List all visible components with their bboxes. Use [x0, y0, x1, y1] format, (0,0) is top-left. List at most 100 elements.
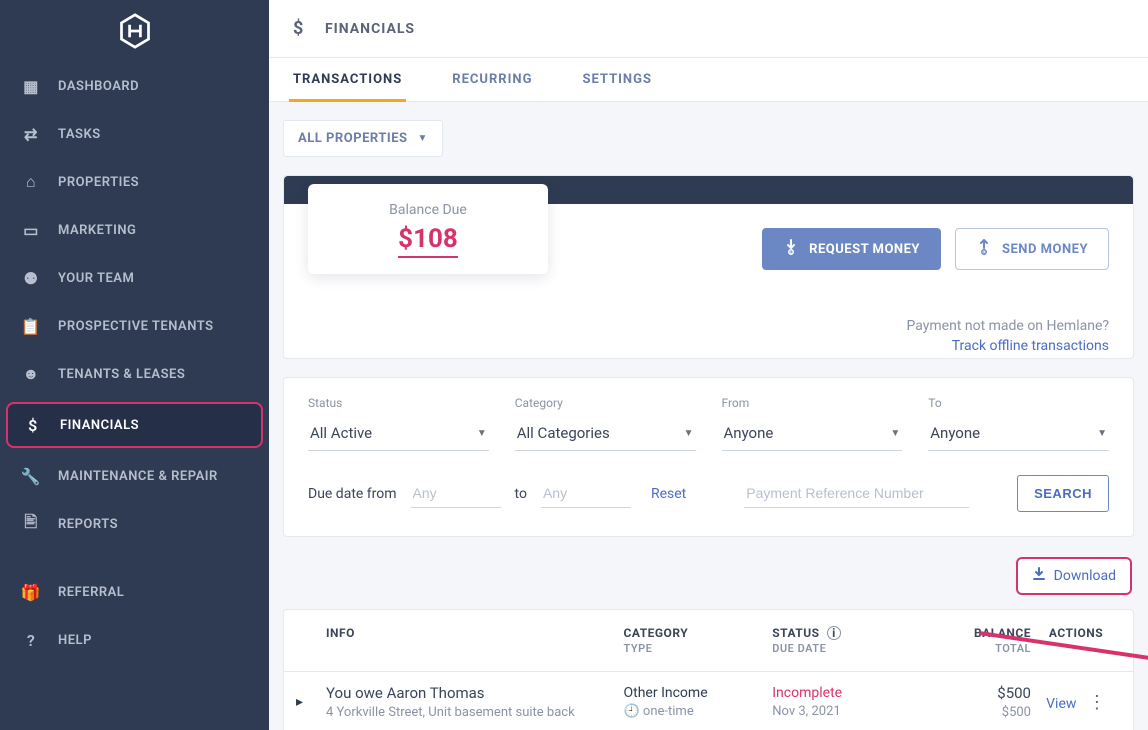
dashboard-icon: ▦	[22, 77, 40, 95]
row-title: You owe Aaron Thomas	[326, 684, 624, 702]
reports-icon: 🖹	[22, 515, 40, 533]
row-total: $500	[921, 705, 1031, 720]
to-value: Anyone	[930, 424, 980, 442]
properties-filter[interactable]: ALL PROPERTIES ▼	[283, 120, 443, 157]
clipboard-icon: 📋	[22, 317, 40, 335]
sidebar: ▦ DASHBOARD ⇄ TASKS ⌂ PROPERTIES ▭ MARKE…	[0, 0, 269, 730]
category-value: All Categories	[517, 424, 610, 442]
team-icon: ⚉	[22, 269, 40, 287]
row-status: Incomplete	[772, 685, 921, 701]
sidebar-item-label: YOUR TEAM	[58, 271, 134, 286]
due-to-input[interactable]	[541, 479, 631, 508]
sidebar-item-label: TASKS	[58, 127, 101, 142]
sidebar-item-reports[interactable]: 🖹 REPORTS	[0, 500, 269, 548]
balance-panel: Balance Due $108 $ REQUEST MONEY $	[283, 175, 1134, 359]
sidebar-item-tasks[interactable]: ⇄ TASKS	[0, 110, 269, 158]
category-select[interactable]: All Categories ▼	[515, 418, 696, 451]
search-button[interactable]: SEARCH	[1017, 475, 1109, 512]
tabs: TRANSACTIONS RECURRING SETTINGS	[269, 58, 1148, 102]
category-label: Category	[515, 396, 696, 410]
table-row[interactable]: ▸ You owe Aaron Thomas 4 Yorkville Stree…	[284, 672, 1133, 730]
th-balance-sub: TOTAL	[921, 642, 1031, 655]
sidebar-item-prospective-tenants[interactable]: 📋 PROSPECTIVE TENANTS	[0, 302, 269, 350]
th-status-sub: DUE DATE	[772, 642, 921, 655]
logo	[0, 0, 269, 62]
help-icon: ?	[22, 631, 40, 649]
request-money-label: REQUEST MONEY	[809, 242, 920, 257]
wrench-icon: 🔧	[22, 467, 40, 485]
balance-label: Balance Due	[308, 202, 548, 218]
row-type: one-time	[643, 704, 694, 719]
info-icon[interactable]: i	[827, 626, 841, 640]
th-category: CATEGORY	[624, 626, 689, 640]
sidebar-item-dashboard[interactable]: ▦ DASHBOARD	[0, 62, 269, 110]
download-money-icon: $	[783, 239, 799, 259]
th-actions: ACTIONS	[1049, 626, 1103, 640]
sidebar-item-financials[interactable]: $ FINANCIALS	[6, 402, 263, 448]
sidebar-item-label: TENANTS & LEASES	[58, 367, 185, 382]
caret-down-icon: ▼	[477, 428, 487, 439]
dollar-icon: $	[293, 18, 313, 39]
th-balance: BALANCE	[974, 626, 1031, 640]
main: $ FINANCIALS TRANSACTIONS RECURRING SETT…	[269, 0, 1148, 730]
row-menu-icon[interactable]: ⋮	[1088, 692, 1106, 713]
from-label: From	[722, 396, 903, 410]
page-header: $ FINANCIALS	[269, 0, 1148, 58]
sidebar-item-label: MAINTENANCE & REPAIR	[58, 469, 218, 484]
sidebar-item-help[interactable]: ? HELP	[0, 616, 269, 664]
svg-text:$: $	[790, 250, 793, 255]
balance-card: Balance Due $108	[308, 184, 548, 274]
gift-icon: 🎁	[22, 583, 40, 601]
due-from-input[interactable]	[411, 479, 501, 508]
offline-note: Payment not made on Hemlane?	[906, 318, 1109, 334]
th-info: INFO	[326, 626, 355, 640]
to-select[interactable]: Anyone ▼	[928, 418, 1109, 451]
caret-down-icon: ▼	[684, 428, 694, 439]
table-header: INFO CATEGORY TYPE STATUS i DUE DATE BAL…	[284, 610, 1133, 672]
row-subtitle: 4 Yorkville Street, Unit basement suite …	[326, 705, 624, 720]
track-offline-link[interactable]: Track offline transactions	[308, 338, 1109, 354]
caret-down-icon: ▼	[890, 428, 900, 439]
marketing-icon: ▭	[22, 221, 40, 239]
download-label: Download	[1054, 568, 1116, 584]
sidebar-item-label: MARKETING	[58, 223, 136, 238]
tasks-icon: ⇄	[22, 125, 40, 143]
payment-ref-input[interactable]	[744, 479, 969, 508]
sidebar-item-properties[interactable]: ⌂ PROPERTIES	[0, 158, 269, 206]
sidebar-item-label: REFERRAL	[58, 585, 124, 600]
sidebar-item-referral[interactable]: 🎁 REFERRAL	[0, 568, 269, 616]
tenants-icon: ☻	[22, 365, 40, 383]
download-icon	[1032, 567, 1046, 585]
download-button[interactable]: Download	[1016, 557, 1132, 595]
sidebar-item-label: REPORTS	[58, 517, 118, 532]
send-money-label: SEND MONEY	[1002, 242, 1088, 257]
status-select[interactable]: All Active ▼	[308, 418, 489, 451]
sidebar-item-maintenance[interactable]: 🔧 MAINTENANCE & REPAIR	[0, 452, 269, 500]
page-title: FINANCIALS	[325, 21, 415, 37]
clock-icon: 🕘	[624, 704, 640, 719]
to-label: To	[928, 396, 1109, 410]
upload-money-icon: $	[976, 239, 992, 259]
hemlane-logo-icon	[117, 13, 153, 49]
expand-toggle[interactable]: ▸	[296, 694, 326, 710]
send-money-button[interactable]: $ SEND MONEY	[955, 228, 1109, 270]
from-select[interactable]: Anyone ▼	[722, 418, 903, 451]
balance-amount[interactable]: $108	[398, 224, 458, 258]
caret-down-icon: ▼	[1097, 428, 1107, 439]
sidebar-item-label: FINANCIALS	[60, 418, 139, 433]
filter-panel: Status All Active ▼ Category All Categor…	[283, 377, 1134, 537]
tab-recurring[interactable]: RECURRING	[452, 58, 532, 101]
tab-transactions[interactable]: TRANSACTIONS	[293, 58, 402, 101]
sidebar-item-tenants-leases[interactable]: ☻ TENANTS & LEASES	[0, 350, 269, 398]
tab-settings[interactable]: SETTINGS	[582, 58, 652, 101]
request-money-button[interactable]: $ REQUEST MONEY	[762, 228, 941, 270]
sidebar-item-your-team[interactable]: ⚉ YOUR TEAM	[0, 254, 269, 302]
view-link[interactable]: View	[1046, 696, 1076, 712]
content: ALL PROPERTIES ▼ Balance Due $108 $ REQU…	[269, 102, 1148, 730]
from-value: Anyone	[724, 424, 774, 442]
caret-down-icon: ▼	[418, 133, 428, 144]
reset-link[interactable]: Reset	[651, 486, 686, 502]
sidebar-item-marketing[interactable]: ▭ MARKETING	[0, 206, 269, 254]
home-icon: ⌂	[22, 173, 40, 191]
due-from-label: Due date from	[308, 486, 397, 502]
